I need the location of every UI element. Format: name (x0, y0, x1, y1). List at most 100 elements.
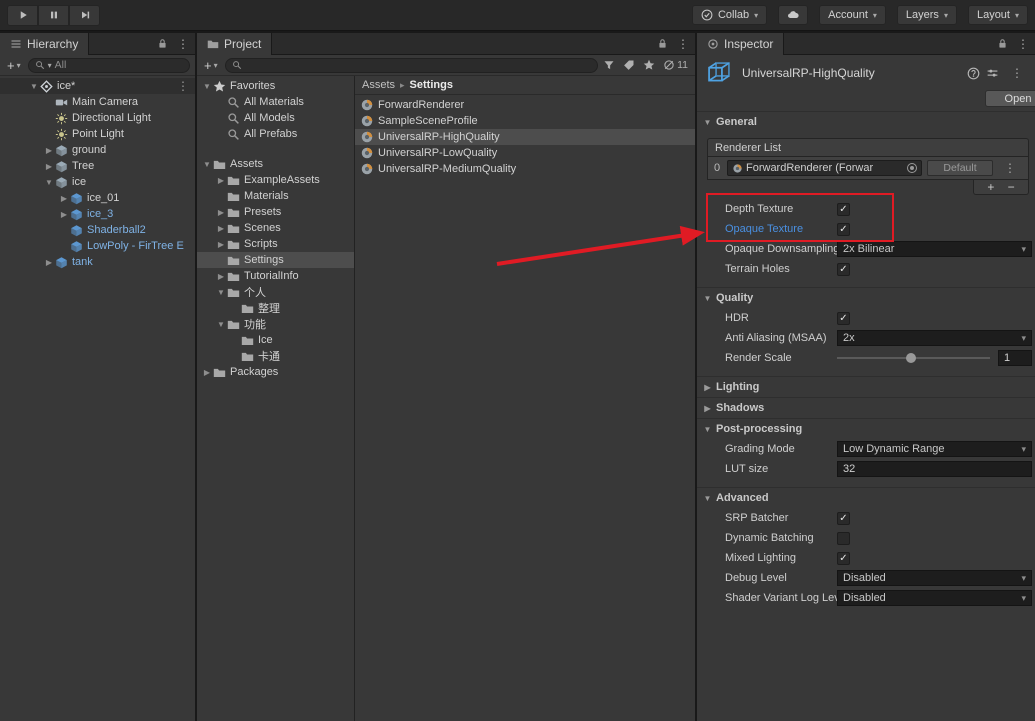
breadcrumb-current[interactable]: Settings (410, 79, 453, 91)
file-universalrp-highquality[interactable]: UniversalRP-HighQuality (355, 129, 695, 145)
foldout-arrow[interactable]: ▼ (215, 320, 227, 329)
panel-menu-icon[interactable]: ⋮ (1011, 37, 1035, 51)
hidden-objects-toggle[interactable]: 11 (663, 59, 688, 71)
project-folder-scenes[interactable]: ▶Scenes (197, 220, 354, 236)
step-button[interactable] (69, 5, 100, 26)
layers-dropdown[interactable]: Layers ▾ (897, 5, 957, 25)
add-renderer-button[interactable]: + (987, 181, 994, 193)
project-folder-item[interactable]: ▼个人 (197, 284, 354, 300)
panel-menu-icon[interactable]: ⋮ (171, 37, 195, 51)
layout-dropdown[interactable]: Layout ▾ (968, 5, 1028, 25)
foldout-arrow[interactable]: ▶ (215, 272, 227, 281)
renderer-object-field[interactable]: ForwardRenderer (Forwar (727, 160, 922, 176)
foldout-arrow[interactable]: ▼ (43, 178, 55, 187)
dropdown[interactable]: Disabled▾ (837, 570, 1032, 586)
hierarchy-item-lowpoly-firtree-e[interactable]: LowPoly - FirTree E (0, 238, 195, 254)
project-folder-materials[interactable]: Materials (197, 188, 354, 204)
foldout-arrow[interactable]: ▶ (58, 194, 70, 203)
project-folder-all-models[interactable]: All Models (197, 110, 354, 126)
checkbox[interactable]: ✓ (837, 312, 850, 325)
project-folder-settings[interactable]: Settings (197, 252, 354, 268)
project-search-input[interactable] (225, 58, 598, 73)
project-folder-packages[interactable]: ▶Packages (197, 364, 354, 380)
tab-project[interactable]: Project (197, 33, 272, 55)
pause-button[interactable] (38, 5, 69, 26)
inspector-menu-icon[interactable]: ⋮ (1005, 66, 1029, 80)
foldout-arrow[interactable]: ▼ (201, 160, 213, 169)
project-folder-ice[interactable]: Ice (197, 332, 354, 348)
slider-track[interactable] (837, 350, 990, 366)
section-shadows[interactable]: ▶Shadows (697, 397, 1035, 418)
lock-icon[interactable] (657, 38, 668, 49)
project-folder-item[interactable]: 卡通 (197, 348, 354, 364)
foldout-arrow[interactable]: ▶ (215, 208, 227, 217)
project-folder-item[interactable]: 整理 (197, 300, 354, 316)
section-post-processing[interactable]: ▼Post-processing (697, 418, 1035, 439)
collab-dropdown[interactable]: Collab ▾ (692, 5, 767, 25)
set-default-button[interactable]: Default (927, 160, 993, 176)
favorites-star-icon[interactable] (643, 59, 655, 71)
file-forwardrenderer[interactable]: ForwardRenderer (355, 97, 695, 113)
dropdown[interactable]: Low Dynamic Range▾ (837, 441, 1032, 457)
foldout-arrow[interactable]: ▼ (201, 82, 213, 91)
search-by-type-icon[interactable] (603, 59, 615, 71)
account-dropdown[interactable]: Account ▾ (819, 5, 886, 25)
section-advanced[interactable]: ▼Advanced (697, 487, 1035, 508)
tab-inspector[interactable]: Inspector (697, 33, 784, 55)
foldout-arrow[interactable]: ▶ (58, 210, 70, 219)
dropdown[interactable]: 2x▾ (837, 330, 1032, 346)
foldout-arrow[interactable]: ▶ (43, 258, 55, 267)
hierarchy-item-shaderball2[interactable]: Shaderball2 (0, 222, 195, 238)
play-button[interactable] (7, 5, 38, 26)
hierarchy-search-input[interactable]: ▾ All (28, 58, 190, 73)
foldout-arrow[interactable]: ▼ (28, 82, 40, 91)
hierarchy-item-main-camera[interactable]: Main Camera (0, 94, 195, 110)
foldout-arrow[interactable]: ▶ (43, 162, 55, 171)
hierarchy-item-tree[interactable]: ▶Tree (0, 158, 195, 174)
lock-icon[interactable] (157, 38, 168, 49)
lock-icon[interactable] (997, 38, 1008, 49)
hierarchy-item-ground[interactable]: ▶ground (0, 142, 195, 158)
slider-value-field[interactable]: 1 (998, 350, 1032, 366)
hierarchy-item-directional-light[interactable]: Directional Light (0, 110, 195, 126)
hierarchy-item-ice-3[interactable]: ▶ice_3 (0, 206, 195, 222)
create-button[interactable]: +▾ (5, 58, 23, 73)
dropdown[interactable]: Disabled▾ (837, 590, 1032, 606)
hierarchy-item-point-light[interactable]: Point Light (0, 126, 195, 142)
foldout-arrow[interactable]: ▶ (201, 368, 213, 377)
hierarchy-item-ice-01[interactable]: ▶ice_01 (0, 190, 195, 206)
object-picker-icon[interactable] (907, 163, 917, 173)
dropdown[interactable]: 2x Bilinear▾ (837, 241, 1032, 257)
checkbox[interactable]: ✓ (837, 263, 850, 276)
section-lighting[interactable]: ▶Lighting (697, 376, 1035, 397)
remove-renderer-button[interactable]: − (1008, 181, 1015, 193)
presets-icon[interactable] (986, 67, 999, 80)
hierarchy-item-ice[interactable]: ▼ice*⋮ (0, 78, 195, 94)
project-folder-exampleassets[interactable]: ▶ExampleAssets (197, 172, 354, 188)
search-by-label-icon[interactable] (623, 59, 635, 71)
file-universalrp-lowquality[interactable]: UniversalRP-LowQuality (355, 145, 695, 161)
project-folder-assets[interactable]: ▼Assets (197, 156, 354, 172)
item-menu-icon[interactable]: ⋮ (171, 79, 195, 93)
checkbox[interactable] (837, 532, 850, 545)
hierarchy-item-ice[interactable]: ▼ice (0, 174, 195, 190)
open-button[interactable]: Open (985, 90, 1035, 107)
checkbox[interactable]: ✓ (837, 203, 850, 216)
checkbox[interactable]: ✓ (837, 552, 850, 565)
project-folder-favorites[interactable]: ▼Favorites (197, 78, 354, 94)
project-folder-item[interactable]: ▼功能 (197, 316, 354, 332)
checkbox[interactable]: ✓ (837, 512, 850, 525)
project-folder-tutorialinfo[interactable]: ▶TutorialInfo (197, 268, 354, 284)
project-folder-all-materials[interactable]: All Materials (197, 94, 354, 110)
cloud-button[interactable] (778, 5, 808, 25)
project-folder-scripts[interactable]: ▶Scripts (197, 236, 354, 252)
section-general[interactable]: ▼General (697, 111, 1035, 132)
create-button[interactable]: +▾ (202, 58, 220, 73)
foldout-arrow[interactable]: ▶ (215, 176, 227, 185)
foldout-arrow[interactable]: ▶ (215, 240, 227, 249)
tab-hierarchy[interactable]: Hierarchy (0, 33, 89, 55)
breadcrumb-root[interactable]: Assets (362, 79, 395, 91)
file-universalrp-mediumquality[interactable]: UniversalRP-MediumQuality (355, 161, 695, 177)
renderer-menu-icon[interactable]: ⋮ (998, 161, 1022, 175)
project-folder-all-prefabs[interactable]: All Prefabs (197, 126, 354, 142)
